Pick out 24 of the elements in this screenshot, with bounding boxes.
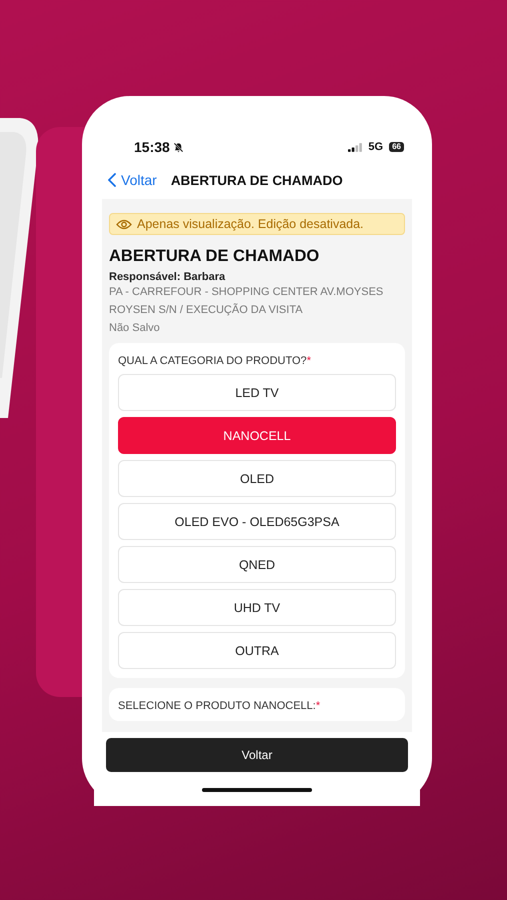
signal-icon bbox=[348, 142, 362, 152]
form-title: ABERTURA DE CHAMADO bbox=[109, 247, 320, 266]
question-label: QUAL A CATEGORIA DO PRODUTO?* bbox=[118, 355, 312, 367]
option-button[interactable]: OLED bbox=[118, 460, 396, 497]
option-button[interactable]: UHD TV bbox=[118, 589, 396, 626]
option-button[interactable]: LED TV bbox=[118, 374, 396, 411]
status-time: 15:38 bbox=[134, 139, 170, 155]
responsible-text: Responsável: Barbara bbox=[109, 271, 226, 283]
option-button[interactable]: QNED bbox=[118, 546, 396, 583]
option-button[interactable]: NANOCELL bbox=[118, 417, 396, 454]
option-button[interactable]: OLED EVO - OLED65G3PSA bbox=[118, 503, 396, 540]
back-link[interactable]: Voltar bbox=[108, 172, 157, 188]
back-button[interactable]: Voltar bbox=[106, 738, 408, 772]
back-label: Voltar bbox=[121, 172, 157, 188]
screen-title: ABERTURA DE CHAMADO bbox=[170, 172, 343, 188]
network-label: 5G bbox=[368, 141, 384, 153]
chevron-left-icon bbox=[108, 173, 116, 187]
battery-level: 66 bbox=[389, 142, 404, 152]
notice-text: Apenas visualização. Edição desativada. bbox=[137, 217, 364, 231]
eye-icon bbox=[116, 218, 132, 230]
save-status: Não Salvo bbox=[109, 321, 161, 336]
location-text: PA - CARREFOUR - SHOPPING CENTER AV.MOYSES ROYSEN S/N / EXECUÇÃO DA VISITA bbox=[109, 285, 384, 318]
question-label: SELECIONE O PRODUTO NANOCELL:* bbox=[118, 700, 322, 712]
option-button[interactable]: OUTRA bbox=[118, 632, 396, 669]
